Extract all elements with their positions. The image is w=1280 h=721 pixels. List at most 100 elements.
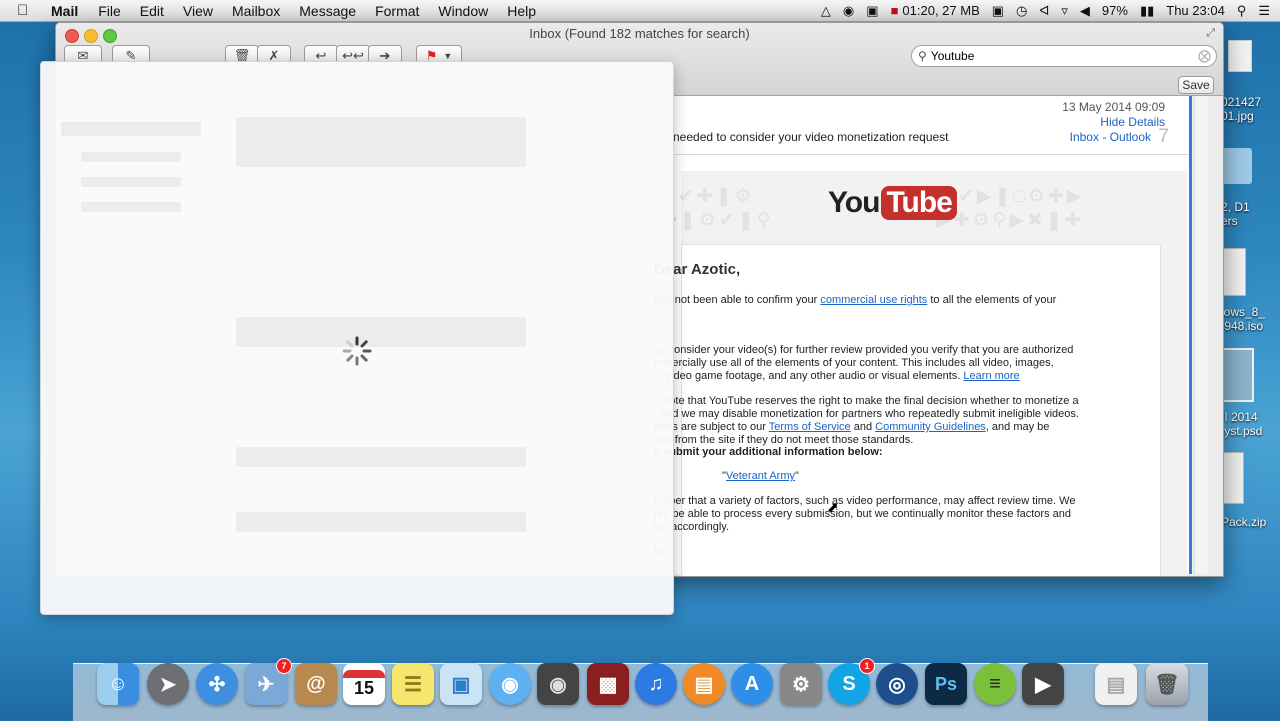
menu-format[interactable]: Format xyxy=(375,3,419,19)
wifi-icon[interactable]: ▿ xyxy=(1061,3,1068,19)
paragraph-1: ave not been able to confirm your commer… xyxy=(654,294,1124,307)
community-guidelines-link[interactable]: Community Guidelines xyxy=(875,421,986,433)
finder-icon[interactable]: ☺ xyxy=(97,663,139,705)
p3-and: and xyxy=(850,421,876,433)
commercial-use-rights-link[interactable]: commercial use rights xyxy=(820,294,927,306)
loading-overlay xyxy=(40,61,674,615)
fullscreen-icon[interactable]: ⤢ xyxy=(1206,27,1215,40)
ibooks-icon[interactable]: ▤ xyxy=(683,663,725,705)
ghost-sidebar-row xyxy=(61,122,201,136)
airplay-icon[interactable]: △ xyxy=(821,3,831,19)
window-title: Inbox (Found 182 matches for search) xyxy=(529,26,750,41)
menu-view[interactable]: View xyxy=(183,3,213,19)
photo-booth-icon[interactable]: ▩ xyxy=(587,663,629,705)
skype-badge: 1 xyxy=(859,658,875,674)
bluetooth-icon[interactable]: ᐊ xyxy=(1039,3,1049,19)
status-area: △ ◉ ▣ ■ 01:20, 27 MB ▣ ◷ ᐊ ▿ ◀ 97% ▮▮ Th… xyxy=(809,0,1270,21)
mail-badge: 7 xyxy=(276,658,292,674)
unread-count-icon: 7 xyxy=(1158,126,1169,147)
menu-help[interactable]: Help xyxy=(507,3,536,19)
ghost-list-row xyxy=(236,117,526,167)
trash-dock-icon[interactable]: 🗑 xyxy=(1146,663,1188,705)
app-store-icon[interactable]: A xyxy=(731,663,773,705)
clear-search-icon[interactable]: ⨂ xyxy=(1198,48,1211,64)
safari-icon[interactable]: ✣ xyxy=(196,663,238,705)
battery-icon[interactable]: ▮▮ xyxy=(1140,3,1154,19)
time-machine-icon[interactable]: ◷ xyxy=(1016,3,1027,19)
video-editor-icon[interactable]: ▶ xyxy=(1022,663,1064,705)
calendar-header xyxy=(343,669,385,678)
youtube-logo-you: You xyxy=(828,186,880,219)
desktop-zip-icon[interactable] xyxy=(1222,452,1244,504)
email-body-background: ⚲✔✚❚⚙ ✚❚⚙✔❚⚲ ♬✔▶❚□⚙✚▶ ▶✚⚙⚲▶✖❚✚ You Tube De… xyxy=(654,171,1187,576)
search-input[interactable]: Youtube xyxy=(931,49,975,63)
documents-stack-icon[interactable]: ▤ xyxy=(1095,663,1137,705)
mouse-cursor: ⬈ xyxy=(827,499,839,515)
launchpad-icon[interactable]: ➤ xyxy=(147,663,189,705)
desktop-psd-icon[interactable] xyxy=(1222,348,1254,402)
clock[interactable]: Thu 23:04 xyxy=(1166,3,1225,18)
skype-icon[interactable]: S1 xyxy=(828,658,875,705)
menu-app-name[interactable]: Mail xyxy=(51,3,78,19)
eye-icon[interactable]: ◉ xyxy=(843,3,854,19)
notes-icon[interactable]: ☰ xyxy=(392,663,434,705)
calendar-icon[interactable]: 15 xyxy=(343,663,385,705)
preview-icon[interactable]: ▣ xyxy=(440,663,482,705)
photoshop-icon[interactable]: Ps xyxy=(925,663,967,705)
globe-app-icon[interactable]: ◎ xyxy=(876,663,918,705)
system-preferences-icon[interactable]: ⚙ xyxy=(780,663,822,705)
veterant-line: "Veterant Army" xyxy=(722,470,1192,483)
youtube-logo-tube: Tube xyxy=(881,186,957,220)
desktop-file-label[interactable]: 021427 01.jpg xyxy=(1221,95,1280,123)
apple-menu-icon[interactable]:  xyxy=(17,2,33,19)
search-icon: ⚲ xyxy=(918,49,927,63)
messages-icon[interactable]: ◉ xyxy=(489,663,531,705)
loading-spinner-icon xyxy=(341,335,373,367)
spotify-icon[interactable]: ≡ xyxy=(974,663,1016,705)
desktop-zip-label[interactable]: Pack.zip xyxy=(1221,515,1280,529)
search-field[interactable]: ⚲ Youtube ⨂ xyxy=(911,45,1217,67)
message-date: 13 May 2014 09:09 xyxy=(1062,100,1165,114)
display-icon[interactable]: ▣ xyxy=(992,3,1004,19)
quote-close: " xyxy=(795,470,799,482)
menu-window[interactable]: Window xyxy=(438,3,488,19)
paragraph-5: ember that a variety of factors, such as… xyxy=(654,495,1076,533)
veterant-army-link[interactable]: Veterant Army xyxy=(726,470,795,482)
terms-of-service-link[interactable]: Terms of Service xyxy=(769,421,851,433)
mailbox-link[interactable]: Inbox - Outlook xyxy=(1070,130,1151,144)
menu-file[interactable]: File xyxy=(98,3,121,19)
recording-status[interactable]: 01:20, 27 MB xyxy=(902,3,979,18)
p1-text-a: ave not been able to confirm your xyxy=(654,294,821,306)
screen-icon[interactable]: ▣ xyxy=(866,3,878,19)
notification-center-icon[interactable]: ☰ xyxy=(1258,3,1270,19)
ghost-list-row xyxy=(236,512,526,532)
p1-text-b: to all the elements of your xyxy=(927,294,1057,306)
hide-details-link[interactable]: Hide Details xyxy=(1100,115,1165,129)
mail-app-icon[interactable]: ✈ 7 xyxy=(245,658,292,705)
desktop-folder-icon[interactable] xyxy=(1222,148,1252,184)
facetime-icon[interactable]: ◉ xyxy=(537,663,579,705)
itunes-icon[interactable]: ♫ xyxy=(635,663,677,705)
menu-message[interactable]: Message xyxy=(299,3,356,19)
desktop-psd-label[interactable]: /I 2014 .yst.psd xyxy=(1221,410,1280,438)
battery-percent[interactable]: 97% xyxy=(1102,3,1128,18)
menu-edit[interactable]: Edit xyxy=(140,3,164,19)
calendar-day: 15 xyxy=(353,677,375,698)
learn-more-link[interactable]: Learn more xyxy=(963,370,1019,382)
ghost-list-row xyxy=(236,447,526,467)
message-header: 13 May 2014 09:09 Hide Details Inbox - O… xyxy=(671,96,1189,155)
record-icon[interactable]: ■ xyxy=(891,3,899,18)
message-pane: 13 May 2014 09:09 Hide Details Inbox - O… xyxy=(654,96,1189,576)
ghost-sidebar-row xyxy=(81,202,181,212)
message-edge xyxy=(1189,96,1192,574)
desktop-iso-label[interactable]: lows_8_ .948.iso xyxy=(1221,305,1280,333)
contacts-icon[interactable]: @ xyxy=(295,663,337,705)
desktop-file-icon[interactable] xyxy=(1228,40,1252,72)
menu-mailbox[interactable]: Mailbox xyxy=(232,3,280,19)
volume-icon[interactable]: ◀ xyxy=(1080,3,1090,19)
desktop-iso-icon[interactable] xyxy=(1222,248,1246,296)
desktop-folder-label[interactable]: 2, D1 ers xyxy=(1221,200,1280,228)
spotlight-icon[interactable]: ⚲ xyxy=(1237,3,1247,19)
message-scrollbar[interactable] xyxy=(1194,96,1208,574)
save-search-button[interactable]: Save xyxy=(1178,76,1214,94)
